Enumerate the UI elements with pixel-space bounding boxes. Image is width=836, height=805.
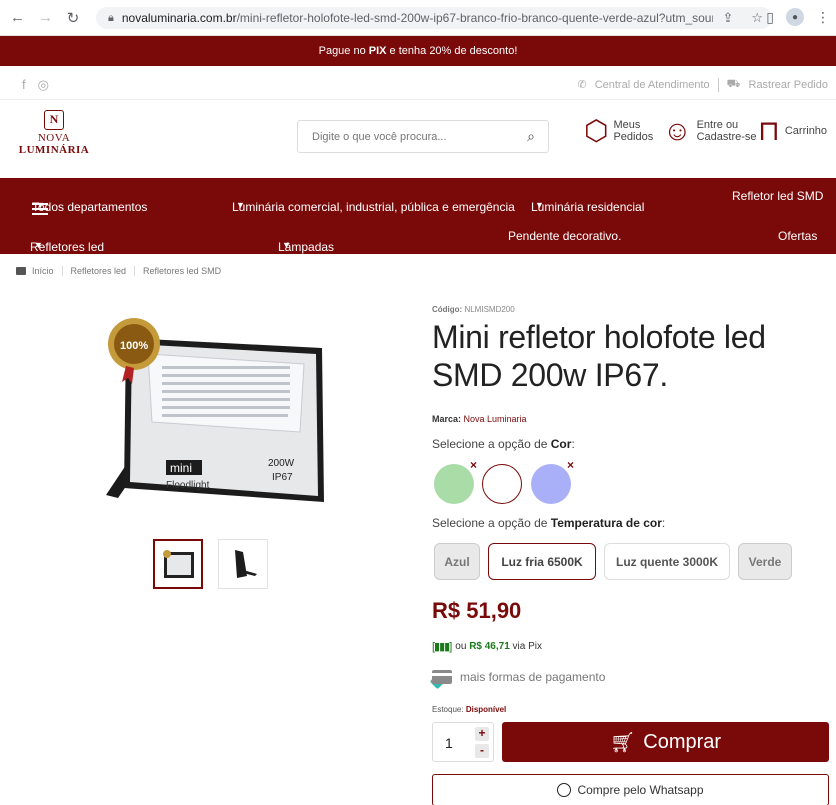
- thumbnail-1[interactable]: [153, 539, 203, 589]
- quantity-plus-button[interactable]: +: [475, 727, 489, 741]
- share-icon[interactable]: ⇪: [722, 10, 733, 26]
- support-link[interactable]: Central de Atendimento: [595, 79, 710, 91]
- facebook-icon[interactable]: f: [22, 77, 26, 93]
- user-icon: ☺: [663, 115, 692, 146]
- temp-option-verde[interactable]: Verde: [738, 543, 792, 580]
- pix-price: [▮▮▮] ou R$ 46,71 via Pix: [432, 641, 543, 653]
- nav-offers[interactable]: Ofertas: [778, 229, 817, 243]
- search-input[interactable]: [298, 121, 514, 152]
- promo-bar: Pague no PIX e tenha 20% de desconto!: [0, 36, 836, 690]
- product-price: R$ 51,90: [432, 598, 522, 623]
- search-box: ⌕: [297, 120, 549, 153]
- product-main-image[interactable]: mini Floodlight 200W IP67 100%: [96, 310, 336, 520]
- lock-icon: 🔒︎: [108, 11, 114, 24]
- guarantee-badge-text: 100%: [120, 340, 148, 352]
- chevron-down-icon: ▼: [34, 240, 43, 250]
- temp-option-luz-fria[interactable]: Luz fria 6500K: [488, 543, 596, 580]
- logo-mark: N: [44, 110, 64, 130]
- sidepanel-icon[interactable]: ▯: [766, 9, 774, 26]
- unavailable-x-icon: ×: [566, 458, 574, 472]
- phone-icon: ✆: [577, 79, 587, 91]
- bookmark-star-icon[interactable]: ☆: [751, 10, 763, 26]
- temp-option-azul[interactable]: Azul: [434, 543, 480, 580]
- nav-refletor-smd[interactable]: Refletor led SMD: [732, 189, 823, 203]
- address-bar[interactable]: 🔒︎ novaluminaria.com.br/mini-refletor-ho…: [96, 7, 772, 29]
- temperature-option-label: Selecione a opção de Temperatura de cor:: [432, 516, 666, 530]
- color-swatch-white[interactable]: [482, 464, 522, 504]
- cart-link[interactable]: ⊓ Carrinho: [758, 116, 827, 146]
- browser-toolbar: ← → ↻ 🔒︎ novaluminaria.com.br/mini-refle…: [0, 0, 836, 36]
- whatsapp-icon: [557, 783, 572, 797]
- reload-icon[interactable]: ↻: [66, 9, 80, 27]
- product-code: Código: NLMISMD200: [432, 305, 515, 314]
- breadcrumb-reflectors[interactable]: Refletores led: [71, 266, 127, 276]
- payment-options-link[interactable]: mais formas de pagamento: [432, 670, 605, 684]
- quantity-stepper: 1 + -: [432, 722, 494, 762]
- whatsapp-buy-button[interactable]: Compre pelo Whatsapp: [432, 774, 829, 805]
- my-orders-link[interactable]: ⬡ Meus Pedidos: [584, 116, 653, 146]
- site-header: N NOVA LUMINÁRIA ⌕ ⬡ MeusPedidos ☺ Entre…: [0, 100, 836, 174]
- color-swatch-blue[interactable]: ×: [531, 458, 574, 504]
- quantity-minus-button[interactable]: -: [475, 744, 489, 758]
- breadcrumb: Início Refletores led Refletores led SMD: [16, 266, 221, 276]
- stock-status: Estoque: Disponível: [432, 705, 507, 714]
- barcode-icon: [▮▮▮]: [432, 641, 452, 653]
- login-link[interactable]: ☺ Entre ou Cadastre-se: [663, 116, 757, 146]
- chevron-down-icon: ▼: [535, 200, 544, 210]
- breadcrumb-smd[interactable]: Refletores led SMD: [143, 266, 221, 276]
- credit-card-icon: [432, 670, 452, 684]
- search-icon[interactable]: ⌕: [514, 128, 548, 145]
- product-label-ip: IP67: [272, 472, 293, 483]
- utility-bar: f ◎ ✆ Central de Atendimento ⛟ Rastrear …: [0, 70, 836, 100]
- promo-text: Pague no PIX e tenha 20% de desconto!: [318, 45, 518, 57]
- product-label-mini: mini: [170, 461, 192, 475]
- forward-icon[interactable]: →: [38, 9, 53, 27]
- url-text: novaluminaria.com.br/mini-refletor-holof…: [121, 11, 714, 25]
- product-label-watt: 200W: [268, 458, 295, 469]
- product-brand: Marca: Nova Luminaria: [432, 414, 527, 424]
- color-swatch-green[interactable]: ×: [434, 458, 477, 504]
- box-icon: ⬡: [584, 115, 609, 146]
- chevron-down-icon: ▼: [236, 200, 245, 210]
- browser-menu-icon[interactable]: ⋮: [816, 9, 830, 26]
- temp-option-luz-quente[interactable]: Luz quente 3000K: [604, 543, 730, 580]
- quantity-value[interactable]: 1: [445, 735, 453, 751]
- nav-pendant[interactable]: Pendente decorativo.: [508, 229, 621, 243]
- main-navigation: Todos departamentos ▼ Luminária comercial…: [0, 178, 836, 254]
- color-option-label: Selecione a opção de Cor:: [432, 437, 575, 451]
- track-order-link[interactable]: Rastrear Pedido: [749, 79, 829, 91]
- site-logo[interactable]: N NOVA LUMINÁRIA: [14, 110, 94, 156]
- back-icon[interactable]: ←: [10, 9, 25, 27]
- brand-link[interactable]: Nova Luminaria: [464, 414, 527, 424]
- profile-avatar-icon[interactable]: ●: [786, 8, 804, 26]
- truck-icon: ⛟: [726, 77, 741, 90]
- chevron-down-icon: ▼: [282, 240, 291, 250]
- buy-button[interactable]: 🛒︎ Comprar: [502, 722, 829, 762]
- unavailable-x-icon: ×: [469, 458, 477, 472]
- instagram-icon[interactable]: ◎: [38, 77, 49, 93]
- chevron-down-icon: ▼: [36, 200, 45, 210]
- product-label-floodlight: Floodlight: [166, 480, 210, 491]
- folder-icon: [16, 267, 26, 275]
- breadcrumb-home[interactable]: Início: [32, 266, 54, 276]
- shopping-bag-icon: ⊓: [758, 115, 780, 146]
- thumbnail-2[interactable]: [218, 539, 268, 589]
- cart-icon: 🛒︎: [609, 731, 636, 754]
- product-title: Mini refletor holofote led SMD 200w IP67…: [432, 319, 766, 393]
